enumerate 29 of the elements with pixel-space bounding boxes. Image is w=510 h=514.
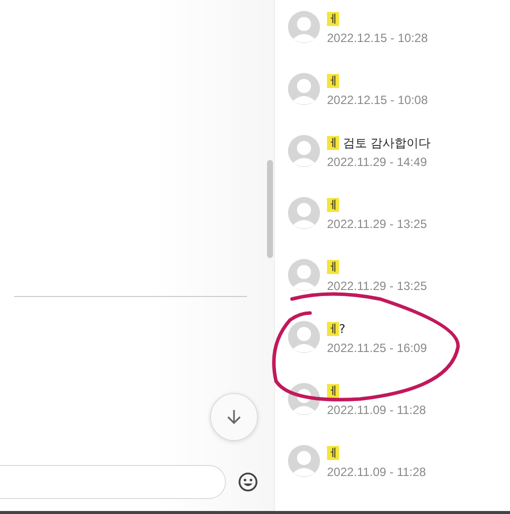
avatar-icon: [288, 445, 320, 477]
comment-text: ㅔ: [327, 197, 340, 214]
down-arrow-icon: [225, 408, 243, 426]
comment-date: 2022.11.29 - 13:25: [327, 217, 427, 231]
avatar-icon: [288, 259, 320, 291]
avatar-icon: [288, 383, 320, 415]
comment-text: ㅔ: [327, 259, 340, 276]
comment-text: ㅔ: [327, 445, 340, 462]
comment-date: 2022.11.09 - 11:28: [327, 403, 426, 417]
comment-text: ㅔ: [327, 73, 340, 90]
comment-date: 2022.11.29 - 13:25: [327, 279, 427, 293]
emoji-icon[interactable]: [238, 472, 258, 492]
avatar-icon: [288, 321, 320, 353]
comment-text: ㅔ?: [327, 321, 346, 338]
scrollbar-thumb[interactable]: [267, 160, 273, 258]
comment-text: ㅔ: [327, 11, 340, 28]
comment-text: ㅔ 검토 감사합이다: [327, 135, 431, 152]
avatar-icon: [288, 11, 320, 43]
comment-date: 2022.11.29 - 14:49: [327, 155, 428, 169]
comment-date: 2022.12.15 - 10:08: [327, 93, 428, 107]
comment-date: 2022.12.15 - 10:28: [327, 31, 428, 45]
comment-text: ㅔ: [327, 383, 340, 400]
avatar-icon: [288, 73, 320, 105]
avatar-icon: [288, 135, 320, 167]
scroll-down-button[interactable]: [210, 393, 258, 441]
avatar-icon: [288, 197, 320, 229]
comment-date: 2022.11.09 - 11:28: [327, 465, 426, 479]
message-input[interactable]: [0, 465, 226, 499]
comment-date: 2022.11.25 - 16:09: [327, 341, 427, 355]
